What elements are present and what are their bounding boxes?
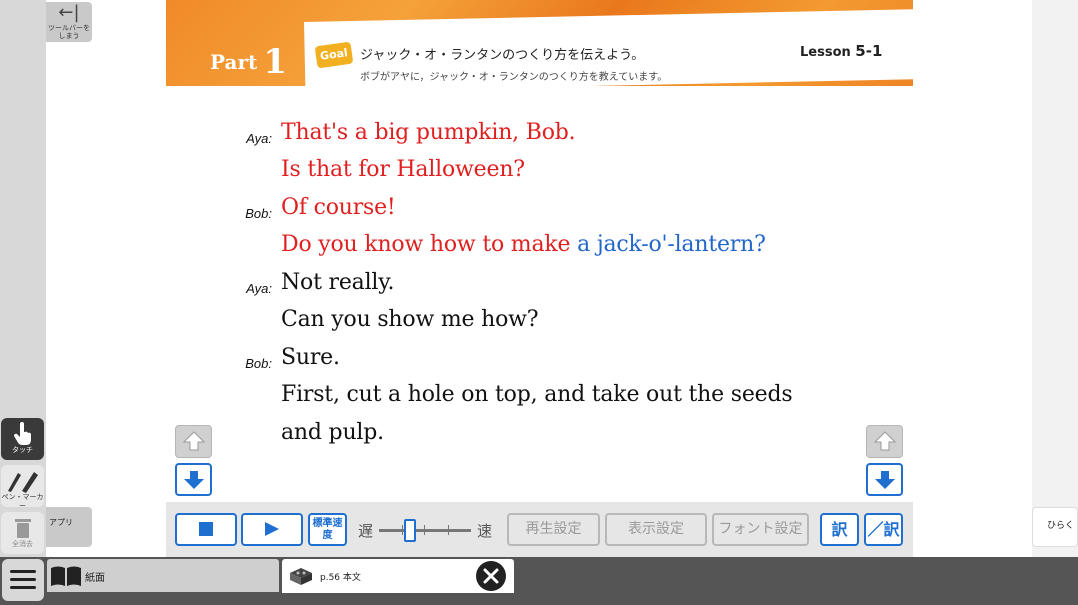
speed-reset-button[interactable]: 標準速度 (308, 513, 347, 546)
hide-toolbar-button[interactable]: ←| ツールバーをしまう (46, 2, 92, 42)
dialogue-line: Can you show me how? (166, 307, 913, 341)
menu-icon-line (10, 578, 36, 581)
dialogue-text[interactable]: Not really. (281, 270, 395, 295)
scroll-up-left-button[interactable] (175, 425, 212, 458)
part-title: Part 1 (210, 42, 287, 82)
menu-icon-line (10, 570, 36, 573)
open-button[interactable]: ひらく (1032, 507, 1078, 547)
speed-slider-track[interactable] (379, 529, 471, 532)
speaker-label: Bob: (245, 206, 272, 221)
hide-toolbar-label: ツールバーをしまう (48, 24, 90, 40)
clear-all-label: 全消去 (12, 540, 33, 548)
dialogue-text-red: Do you know how to make (281, 232, 571, 257)
trash-icon (14, 519, 31, 538)
right-sidebar (1032, 0, 1078, 557)
arrow-down-icon (874, 471, 895, 489)
display-settings-button[interactable]: 表示設定 (605, 513, 707, 546)
lesson-number: 5-1 (855, 42, 883, 60)
bottom-tab-bar: 紙面 p.56 本文 (0, 557, 1078, 605)
part-word: Part (210, 50, 258, 74)
arrow-down-icon (183, 471, 204, 489)
close-icon (483, 568, 499, 584)
dialogue-line: Aya: That's a big pumpkin, Bob. (166, 120, 913, 154)
no-translation-button[interactable]: ／訳 (864, 513, 903, 546)
dialogue-line: Bob: Of course! (166, 195, 913, 229)
pen-marker-label: ペン・マーカー (1, 493, 44, 510)
menu-button[interactable] (2, 559, 44, 601)
tab-label: p.56 本文 (320, 573, 361, 583)
goal-text: ジャック・オ・ランタンのつくり方を伝えよう。 (360, 48, 645, 63)
dialogue-line: Is that for Halloween? (166, 157, 913, 191)
arrow-up-icon (873, 431, 896, 451)
play-icon (265, 522, 279, 536)
tab-label: 紙面 (85, 573, 105, 584)
textbook-page: Part 1 Goal ジャック・オ・ランタンのつくり方を伝えよう。 ボブがアヤに… (166, 0, 913, 557)
app-button[interactable]: アプリ (46, 507, 92, 547)
speed-slow-label: 遅 (358, 522, 374, 540)
speaker-device-icon (290, 568, 312, 585)
scroll-up-right-button[interactable] (866, 425, 903, 458)
play-button[interactable] (241, 513, 303, 546)
dialogue-text[interactable]: That's a big pumpkin, Bob. (281, 120, 576, 145)
part-number: 1 (263, 42, 287, 82)
speaker-label: Aya: (246, 281, 272, 296)
close-tab-button[interactable] (476, 561, 506, 591)
dialogue-text[interactable]: and pulp. (281, 420, 384, 445)
dialogue-line: Do you know how to make a jack-o'-lanter… (166, 232, 913, 266)
pen-marker-icon (7, 472, 38, 493)
stop-button[interactable] (175, 513, 237, 546)
speed-slider-thumb[interactable] (404, 519, 416, 542)
hand-pointer-icon (13, 422, 31, 445)
dialogue-text[interactable]: First, cut a hole on top, and take out t… (281, 382, 793, 407)
dialogue-text[interactable]: Sure. (281, 345, 340, 370)
clear-all-button[interactable]: 全消去 (1, 512, 44, 554)
tab-text-content[interactable]: p.56 本文 (282, 559, 514, 593)
scroll-down-left-button[interactable] (175, 463, 212, 496)
playback-settings-button[interactable]: 再生設定 (507, 513, 600, 546)
speaker-label: Bob: (245, 356, 272, 371)
font-settings-button[interactable]: フォント設定 (712, 513, 809, 546)
open-book-icon (51, 566, 81, 586)
tab-page-view[interactable]: 紙面 (47, 559, 279, 592)
pen-marker-button[interactable]: ペン・マーカー (1, 465, 44, 510)
speed-slider-tick (448, 525, 449, 535)
speed-fast-label: 速 (477, 522, 493, 540)
dialogue-text[interactable]: Can you show me how? (281, 307, 539, 332)
audio-player-bar: 標準速度 遅 速 再生設定 表示設定 フォント設定 訳 ／訳 (166, 502, 913, 557)
speed-slider-tick (424, 525, 425, 535)
dialogue-text[interactable]: Is that for Halloween? (281, 157, 525, 182)
dialogue-line: Aya: Not really. (166, 270, 913, 304)
dialogue-line: Bob: Sure. (166, 345, 913, 379)
lesson-label: Lesson 5-1 (800, 42, 882, 60)
arrow-left-icon: ←| (58, 2, 80, 23)
scroll-down-right-button[interactable] (866, 463, 903, 496)
dialogue-text[interactable]: Of course! (281, 195, 396, 220)
dialogue-text[interactable]: Do you know how to make a jack-o'-lanter… (281, 232, 766, 257)
dialogue-line: and pulp. (166, 420, 913, 454)
dialogue-line: First, cut a hole on top, and take out t… (166, 382, 913, 416)
arrow-up-icon (182, 431, 205, 451)
dialogue-text-blue: a jack-o'-lantern? (577, 232, 766, 257)
lesson-banner: Part 1 Goal ジャック・オ・ランタンのつくり方を伝えよう。 ボブがアヤに… (166, 0, 913, 86)
speaker-label: Aya: (246, 131, 272, 146)
speed-slider-tick (402, 525, 403, 535)
menu-icon-line (10, 586, 36, 589)
touch-tool-button[interactable]: タッチ (1, 418, 44, 460)
stop-icon (199, 522, 213, 536)
translation-button[interactable]: 訳 (820, 513, 859, 546)
goal-subtext: ボブがアヤに，ジャック・オ・ランタンのつくり方を教えています。 (360, 72, 668, 83)
touch-tool-label: タッチ (12, 446, 33, 454)
lesson-word: Lesson (800, 45, 851, 60)
